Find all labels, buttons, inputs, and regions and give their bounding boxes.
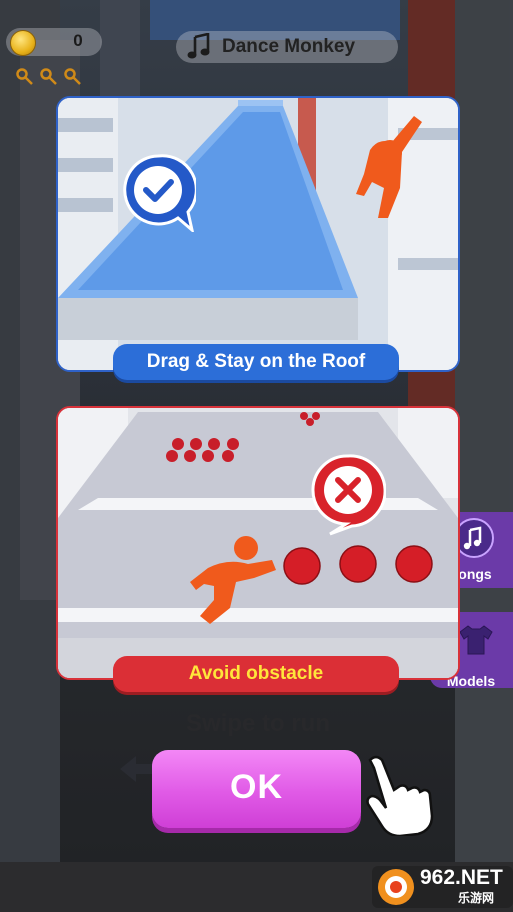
checkmark-icon — [123, 154, 196, 232]
key-icon — [16, 68, 33, 85]
x-icon — [311, 454, 386, 536]
watermark-text: 962.NET — [420, 866, 503, 889]
music-note-icon — [187, 33, 210, 59]
caption-avoid-obstacle: Avoid obstacle — [113, 656, 399, 692]
tutorial-card-obstacle — [56, 406, 460, 680]
coin-icon — [10, 30, 36, 56]
obstacle-scene — [58, 408, 458, 678]
ok-button-label: OK — [230, 768, 283, 806]
swipe-hint: Swipe to run — [186, 710, 330, 737]
coin-count: 0 — [73, 31, 83, 50]
tutorial-card-roof — [56, 96, 460, 372]
key-icon — [64, 68, 81, 85]
tshirt-icon — [459, 625, 493, 655]
watermark-subtext: 乐游网 — [458, 891, 495, 905]
roof-scene — [58, 98, 458, 370]
key-icon — [40, 68, 57, 85]
caption-drag-stay: Drag & Stay on the Roof — [113, 344, 399, 380]
hand-pointer-icon — [366, 755, 434, 836]
song-title: Dance Monkey — [222, 36, 356, 57]
